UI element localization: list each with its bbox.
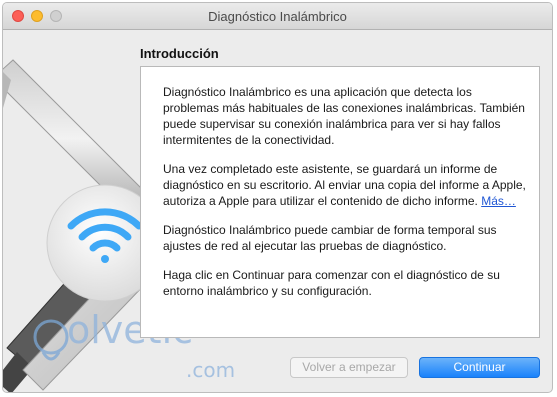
intro-paragraph-1: Diagnóstico Inalámbrico es una aplicació…	[163, 85, 525, 147]
intro-paragraph-3: Diagnóstico Inalámbrico puede cambiar de…	[163, 223, 497, 253]
app-window: Diagnóstico Inalámbrico olvetic .com Int…	[2, 2, 553, 393]
window-title: Diagnóstico Inalámbrico	[208, 9, 347, 24]
start-over-button[interactable]: Volver a empezar	[290, 357, 408, 378]
section-heading: Introducción	[140, 46, 219, 61]
intro-paragraph-4: Haga clic en Continuar para comenzar con…	[163, 268, 500, 298]
intro-paragraph-2-text: Una vez completado este asistente, se gu…	[163, 162, 526, 208]
intro-paragraph-2: Una vez completado este asistente, se gu…	[163, 161, 527, 209]
more-info-link[interactable]: Más…	[481, 194, 516, 208]
title-bar[interactable]: Diagnóstico Inalámbrico	[3, 3, 552, 30]
watermark-suffix: .com	[186, 358, 236, 382]
intro-text-panel: Diagnóstico Inalámbrico es una aplicació…	[140, 66, 540, 338]
continue-button[interactable]: Continuar	[419, 357, 540, 378]
